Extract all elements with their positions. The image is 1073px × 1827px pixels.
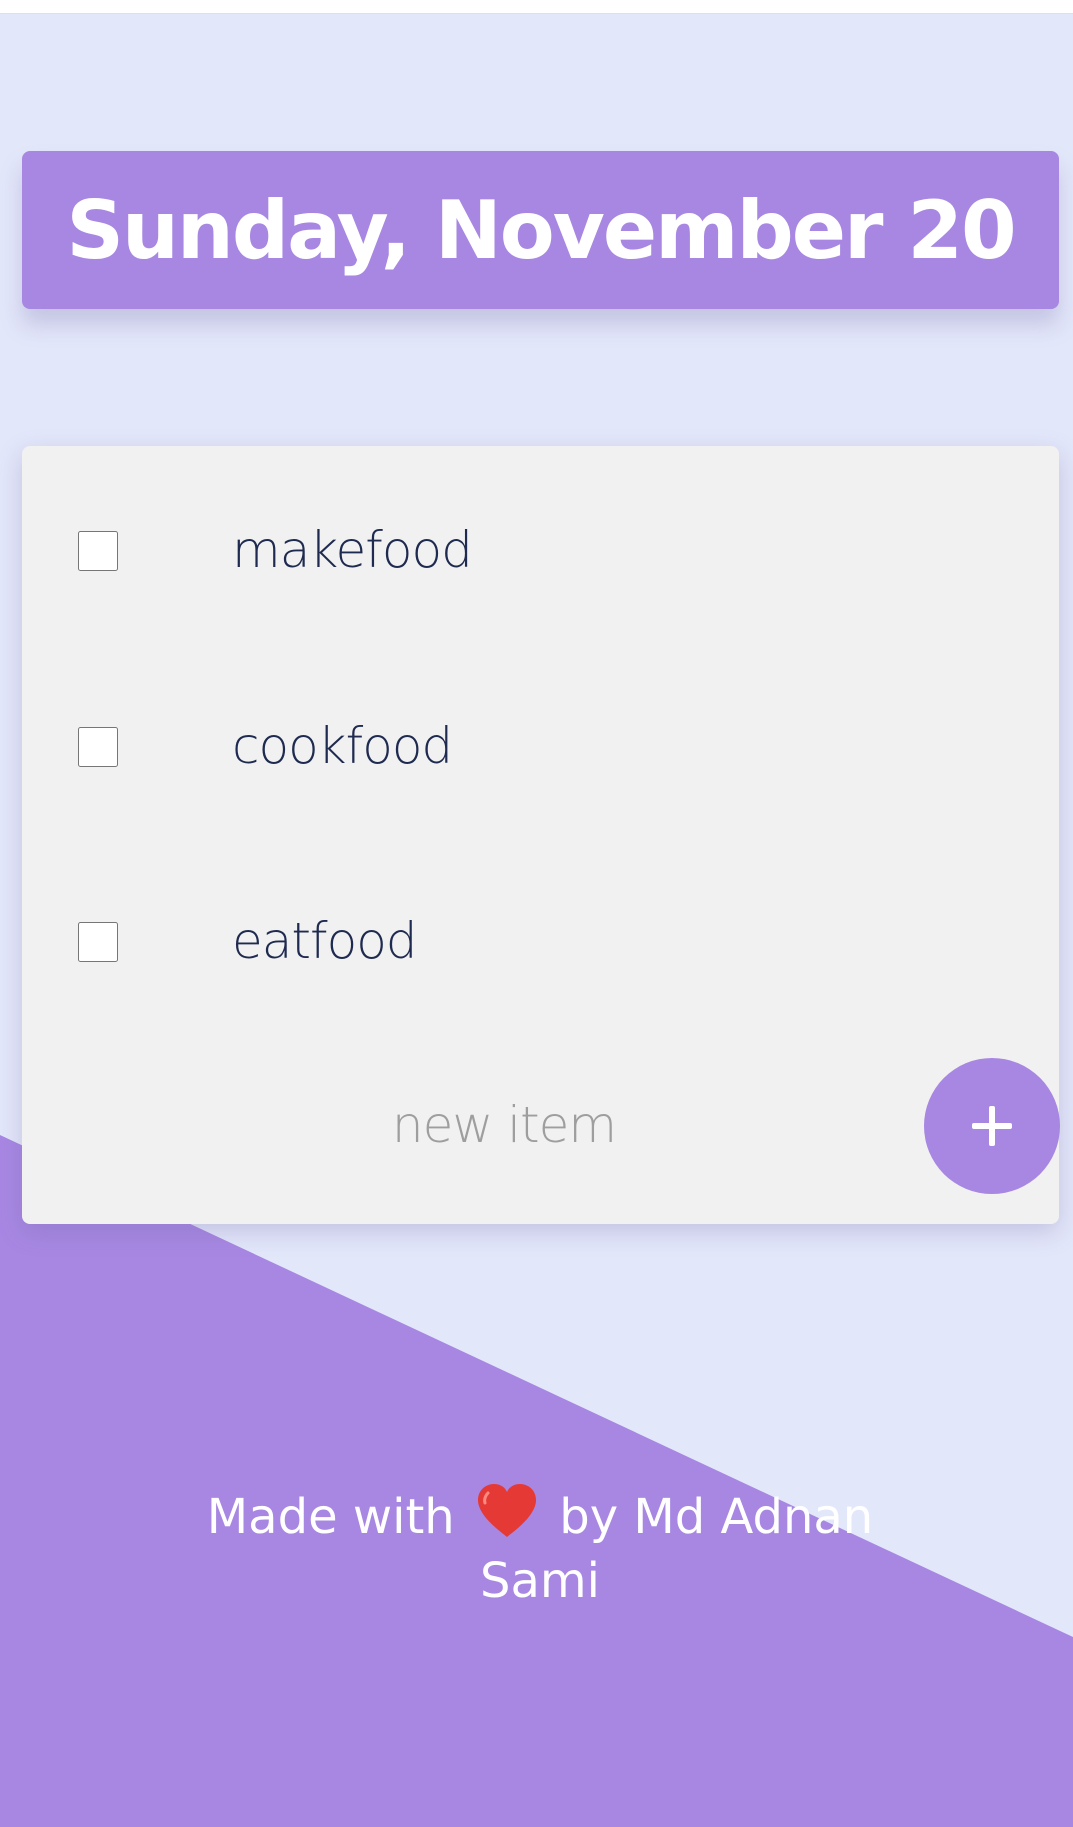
add-item-button[interactable] [924, 1058, 1060, 1194]
todo-item: eatfood [22, 893, 1059, 993]
new-item-input[interactable] [242, 1084, 766, 1166]
todo-checkbox[interactable] [78, 922, 118, 962]
todo-checkbox[interactable] [78, 531, 118, 571]
footer-suffix: by Md Adnan Sami [480, 1489, 874, 1609]
todo-item-label: eatfood [232, 912, 418, 970]
todo-item: makefood [22, 502, 1059, 602]
todo-item: cookfood [22, 698, 1059, 798]
todo-list-card: makefood cookfood eatfood [22, 446, 1060, 1224]
date-banner: Sunday, November 20 [22, 151, 1059, 309]
plus-icon [972, 1106, 1012, 1146]
todo-item-label: makefood [232, 521, 473, 579]
heart-icon [477, 1484, 536, 1537]
date-heading: Sunday, November 20 [66, 183, 1016, 277]
todo-checkbox[interactable] [78, 727, 118, 767]
todo-item-label: cookfood [232, 717, 453, 775]
footer-credit: Made with by Md Adnan Sami [150, 1483, 930, 1613]
footer-prefix: Made with [206, 1489, 455, 1545]
